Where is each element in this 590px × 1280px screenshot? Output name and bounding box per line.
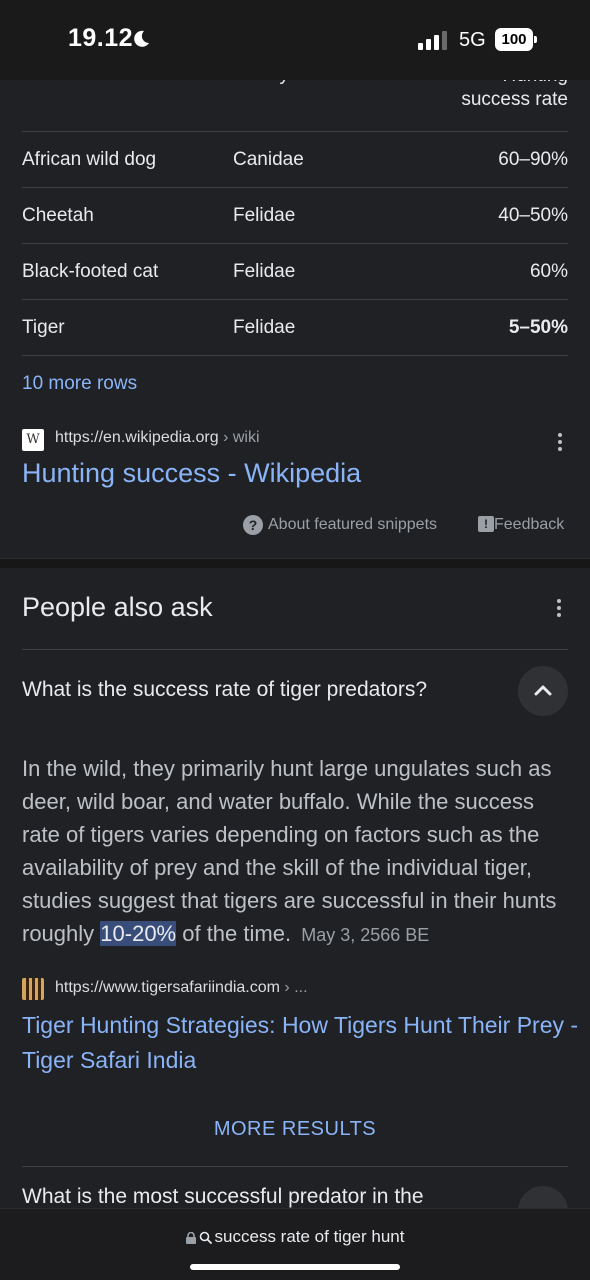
source-breadcrumb: › wiki: [218, 429, 260, 446]
cell-rate: 40–50%: [498, 205, 568, 226]
battery-nub: [534, 36, 537, 43]
collapse-button[interactable]: [518, 666, 568, 716]
cell-rate: 60%: [529, 261, 568, 282]
cell-family: Canidae: [233, 149, 304, 170]
browser-address-bar[interactable]: success rate of tiger hunt: [0, 1208, 590, 1280]
divider: [22, 1166, 568, 1167]
more-rows-link[interactable]: 10 more rows: [22, 373, 137, 395]
feedback-link[interactable]: Feedback: [494, 516, 564, 534]
more-options-icon[interactable]: [557, 433, 563, 453]
wikipedia-source[interactable]: W https://en.wikipedia.org › wiki: [22, 428, 570, 453]
status-bar: 19.12 5G 100: [0, 0, 590, 80]
home-indicator: [190, 1264, 400, 1270]
divider: [22, 355, 568, 356]
battery-level: 100: [495, 28, 533, 51]
tigersafari-result-link[interactable]: Tiger Hunting Strategies: How Tigers Hun…: [22, 1008, 582, 1078]
status-time: 19.12: [68, 24, 134, 52]
help-icon[interactable]: ?: [243, 515, 263, 535]
question-most-successful-predator[interactable]: What is the most successful predator in …: [22, 1185, 424, 1209]
moon-icon: [134, 30, 149, 47]
lock-icon: [185, 1231, 196, 1244]
about-featured-snippets-link[interactable]: About featured snippets: [268, 516, 437, 534]
people-also-ask-title: People also ask: [22, 592, 213, 622]
source-domain: https://en.wikipedia.org: [55, 429, 219, 446]
cell-family: Felidae: [233, 261, 296, 282]
cell-family: Felidae: [233, 205, 296, 226]
wikipedia-result-link[interactable]: Hunting success - Wikipedia: [22, 458, 361, 489]
header-success-rate-line2: success rate: [461, 89, 568, 110]
table-row: Tiger Felidae 5–50%: [0, 300, 590, 356]
wikipedia-favicon-icon: W: [22, 429, 44, 451]
more-results-button[interactable]: MORE RESULTS: [0, 1118, 590, 1141]
cell-rate: 60–90%: [498, 149, 568, 170]
source-breadcrumb: › ...: [279, 979, 308, 996]
source-url: https://www.tigersafariindia.com › ...: [55, 979, 308, 997]
signal-icon: [418, 31, 447, 50]
answer-date: May 3, 2566 BE: [301, 925, 430, 945]
question-tiger-success-rate[interactable]: What is the success rate of tiger predat…: [22, 678, 427, 702]
search-icon: [199, 1231, 212, 1244]
feedback-icon[interactable]: !: [478, 516, 494, 532]
cell-name: Black-footed cat: [22, 261, 159, 282]
cell-name: African wild dog: [22, 149, 157, 170]
answer-body: In the wild, they primarily hunt large u…: [22, 756, 557, 946]
table-row: Black-footed cat Felidae 60%: [0, 244, 590, 300]
more-options-icon[interactable]: [556, 599, 562, 619]
source-domain: https://www.tigersafariindia.com: [55, 979, 280, 996]
address-query: success rate of tiger hunt: [214, 1227, 405, 1246]
chevron-up-icon: [534, 685, 552, 696]
source-url: https://en.wikipedia.org › wiki: [55, 429, 260, 447]
answer-tail: of the time.: [176, 921, 292, 946]
battery-icon: 100: [495, 28, 537, 51]
table-row: Cheetah Felidae 40–50%: [0, 188, 590, 244]
cell-name: Cheetah: [22, 205, 94, 226]
cell-name: Tiger: [22, 317, 65, 338]
answer-highlight: 10-20%: [100, 921, 177, 946]
answer-text: In the wild, they primarily hunt large u…: [22, 752, 570, 952]
divider: [22, 649, 568, 650]
tiger-favicon-icon: [22, 978, 44, 1000]
cell-rate: 5–50%: [508, 317, 568, 338]
table-row: African wild dog Canidae 60–90%: [0, 132, 590, 188]
snippet-footer: ? About featured snippets ! Feedback: [0, 513, 590, 539]
cell-family: Felidae: [233, 317, 296, 338]
section-divider: [0, 558, 590, 568]
address-field[interactable]: success rate of tiger hunt: [0, 1227, 590, 1247]
network-label: 5G: [459, 29, 486, 51]
tigersafari-source[interactable]: https://www.tigersafariindia.com › ...: [22, 978, 570, 1002]
